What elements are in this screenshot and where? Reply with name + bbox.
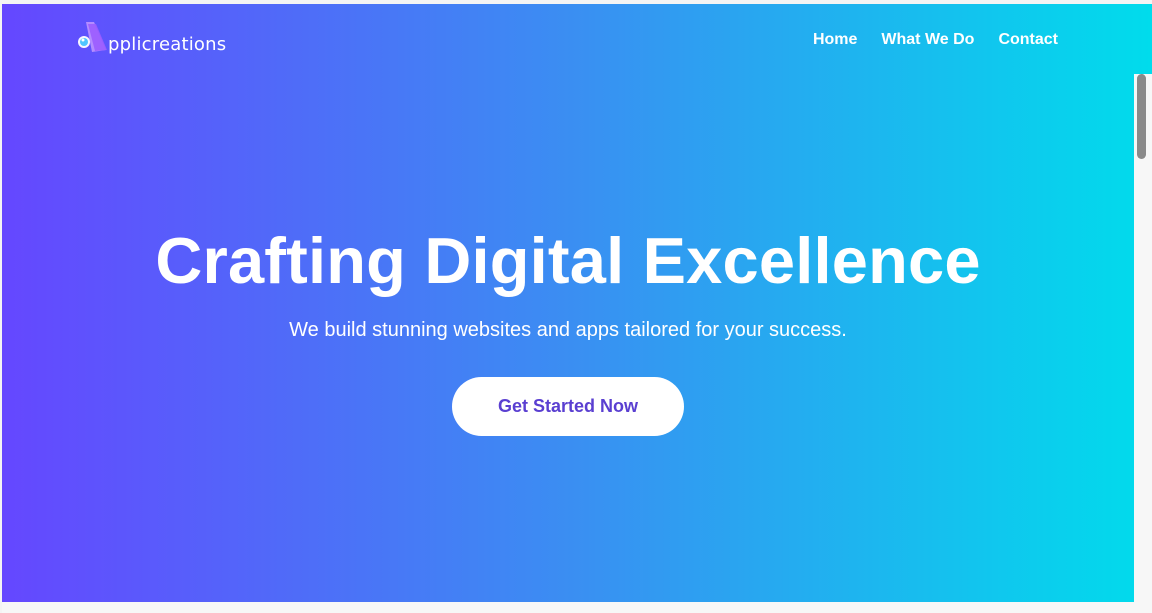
get-started-button[interactable]: Get Started Now — [452, 377, 684, 436]
brand-logo[interactable]: pplicreations — [76, 18, 226, 58]
brand-name: pplicreations — [108, 33, 227, 55]
main-nav: Home What We Do Contact — [813, 31, 1058, 49]
hero-section: pplicreations Home What We Do Contact Cr… — [2, 4, 1152, 602]
browser-viewport: pplicreations Home What We Do Contact Cr… — [2, 4, 1152, 613]
nav-contact-link[interactable]: Contact — [998, 31, 1058, 49]
hero-headline: Crafting Digital Excellence — [155, 224, 981, 297]
app-logo-icon — [76, 18, 112, 58]
hero-subtitle: We build stunning websites and apps tail… — [289, 319, 847, 341]
top-navbar: pplicreations Home What We Do Contact — [2, 4, 1152, 74]
nav-home-link[interactable]: Home — [813, 31, 857, 49]
nav-what-we-do-link[interactable]: What We Do — [881, 31, 974, 49]
scrollbar-thumb[interactable] — [1137, 74, 1146, 159]
